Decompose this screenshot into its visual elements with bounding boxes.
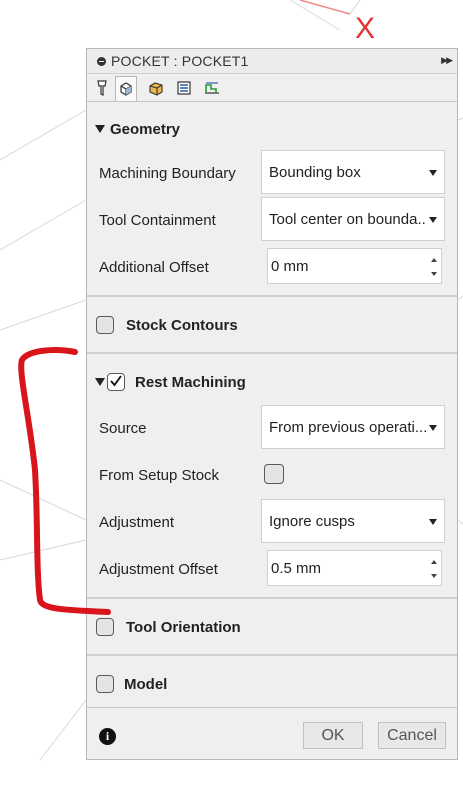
from-setup-stock-checkbox[interactable]	[264, 464, 284, 484]
chevron-down-icon	[429, 425, 437, 431]
source-value: From previous operati...	[269, 418, 427, 436]
dialog-title: POCKET : POCKET1	[111, 53, 249, 69]
section-rest-machining-title: Rest Machining	[135, 373, 246, 391]
tool-containment-value: Tool center on bounda...	[269, 210, 427, 228]
row-tool-containment: Tool Containment Tool center on bounda..…	[87, 197, 457, 244]
divider	[87, 707, 457, 708]
row-source: Source From previous operati...	[87, 405, 457, 452]
spinner-icon[interactable]	[429, 560, 438, 578]
pocket-dialog: POCKET : POCKET1 ▶▶ Geometry Machining B…	[86, 48, 458, 760]
section-stock-contours-title: Stock Contours	[126, 316, 238, 334]
model-checkbox[interactable]	[96, 675, 114, 693]
tool-icon	[97, 79, 107, 96]
adjustment-offset-input[interactable]: 0.5 mm	[267, 550, 442, 586]
section-geometry-title: Geometry	[110, 120, 181, 138]
section-model-header[interactable]: Model	[87, 656, 457, 712]
section-model-title: Model	[124, 675, 168, 693]
section-rest-machining-header[interactable]: Rest Machining	[87, 354, 457, 410]
rest-machining-checkbox[interactable]	[107, 373, 125, 391]
stock-contours-checkbox[interactable]	[96, 316, 114, 334]
heights-icon	[149, 81, 163, 96]
adjustment-offset-label: Adjustment Offset	[99, 561, 218, 578]
dialog-footer: i OK Cancel	[87, 709, 457, 761]
adjustment-offset-value: 0.5 mm	[271, 559, 322, 577]
checkmark-icon	[110, 375, 122, 387]
tab-geometry[interactable]	[115, 76, 137, 101]
section-stock-contours-header[interactable]: Stock Contours	[87, 297, 457, 353]
source-label: Source	[99, 420, 147, 437]
expand-icon[interactable]: ▶▶	[441, 55, 453, 66]
chevron-down-icon	[429, 217, 437, 223]
caret-down-icon[interactable]	[95, 378, 105, 386]
row-adjustment: Adjustment Ignore cusps	[87, 499, 457, 546]
row-machining-boundary: Machining Boundary Bounding box	[87, 150, 457, 197]
cancel-button[interactable]: Cancel	[378, 722, 446, 749]
caret-down-icon[interactable]	[95, 125, 105, 133]
row-additional-offset: Additional Offset 0 mm	[87, 244, 457, 291]
machining-boundary-value: Bounding box	[269, 163, 361, 181]
chevron-down-icon	[429, 170, 437, 176]
tab-heights[interactable]	[145, 76, 167, 99]
tool-containment-label: Tool Containment	[99, 212, 216, 229]
tool-containment-select[interactable]: Tool center on bounda...	[261, 197, 445, 241]
tab-bar	[87, 74, 457, 102]
collapse-icon[interactable]	[97, 56, 106, 66]
machining-boundary-select[interactable]: Bounding box	[261, 150, 445, 194]
section-tool-orientation-header[interactable]: Tool Orientation	[87, 599, 457, 655]
info-icon[interactable]: i	[99, 728, 116, 745]
linking-icon	[205, 81, 219, 94]
row-adjustment-offset: Adjustment Offset 0.5 mm	[87, 546, 457, 593]
tab-linking[interactable]	[201, 76, 223, 99]
tab-passes[interactable]	[173, 76, 195, 99]
chevron-down-icon	[429, 519, 437, 525]
machining-boundary-label: Machining Boundary	[99, 165, 236, 182]
passes-icon	[177, 80, 191, 95]
from-setup-stock-label: From Setup Stock	[99, 467, 220, 484]
tool-orientation-checkbox[interactable]	[96, 618, 114, 636]
section-tool-orientation-title: Tool Orientation	[126, 618, 241, 636]
additional-offset-input[interactable]: 0 mm	[267, 248, 442, 284]
adjustment-value: Ignore cusps	[269, 512, 355, 530]
section-geometry-header[interactable]: Geometry	[87, 101, 457, 157]
additional-offset-value: 0 mm	[271, 257, 309, 275]
additional-offset-label: Additional Offset	[99, 259, 209, 276]
ok-button[interactable]: OK	[303, 722, 363, 749]
adjustment-label: Adjustment	[99, 514, 175, 531]
dialog-titlebar[interactable]: POCKET : POCKET1 ▶▶	[87, 49, 457, 74]
row-from-setup-stock: From Setup Stock	[87, 452, 457, 499]
spinner-icon[interactable]	[429, 258, 438, 276]
tab-tool[interactable]	[91, 76, 113, 99]
source-select[interactable]: From previous operati...	[261, 405, 445, 449]
adjustment-select[interactable]: Ignore cusps	[261, 499, 445, 543]
x-axis-label: X	[355, 12, 376, 45]
geometry-icon	[120, 82, 132, 96]
